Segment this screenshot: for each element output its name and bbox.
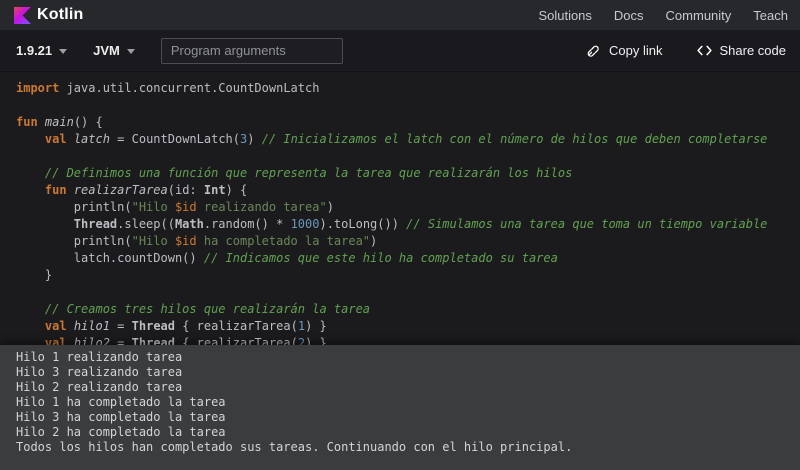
nav-item-docs[interactable]: Docs [614, 8, 644, 23]
chevron-down-icon [127, 49, 135, 54]
code-line [16, 148, 800, 165]
code-line: println("Hilo $id realizando tarea") [16, 199, 800, 216]
link-icon [585, 43, 601, 59]
share-code-button[interactable]: Share code [697, 43, 787, 58]
nav-item-teach[interactable]: Teach [753, 8, 788, 23]
logo-wordmark: Kotlin [37, 6, 84, 24]
console-line: Todos los hilos han completado sus tarea… [16, 440, 784, 455]
code-brackets-icon [697, 44, 712, 57]
code-editor[interactable]: import java.util.concurrent.CountDownLat… [0, 72, 800, 345]
code-line [16, 284, 800, 301]
console-line: Hilo 3 realizando tarea [16, 365, 784, 380]
share-code-label: Share code [720, 43, 787, 58]
playground-toolbar: 1.9.21 JVM Copy link Share code [0, 30, 800, 72]
kotlin-logo-icon [14, 7, 31, 24]
code-line: fun realizarTarea(id: Int) { [16, 182, 800, 199]
code-line [16, 97, 800, 114]
code-line: // Definimos una función que representa … [16, 165, 800, 182]
platform-select-value: JVM [93, 43, 120, 58]
console-line: Hilo 1 ha completado la tarea [16, 395, 784, 410]
copy-link-label: Copy link [609, 43, 662, 58]
nav-item-solutions[interactable]: Solutions [538, 8, 591, 23]
code-line: } [16, 267, 800, 284]
main-nav: Solutions Docs Community Teach [538, 8, 788, 23]
chevron-down-icon [59, 49, 67, 54]
kotlin-playground: Kotlin Solutions Docs Community Teach 1.… [0, 0, 800, 470]
nav-item-community[interactable]: Community [666, 8, 732, 23]
console-line: Hilo 2 ha completado la tarea [16, 425, 784, 440]
code-line: val hilo2 = Thread { realizarTarea(2) } [16, 335, 800, 345]
console-line: Hilo 3 ha completado la tarea [16, 410, 784, 425]
console-line: Hilo 1 realizando tarea [16, 350, 784, 365]
app-header: Kotlin Solutions Docs Community Teach [0, 0, 800, 30]
version-select[interactable]: 1.9.21 [16, 43, 67, 58]
code-line: // Creamos tres hilos que realizarán la … [16, 301, 800, 318]
code-line: val hilo1 = Thread { realizarTarea(1) } [16, 318, 800, 335]
output-console: Hilo 1 realizando tareaHilo 3 realizando… [0, 345, 800, 470]
console-line: Hilo 2 realizando tarea [16, 380, 784, 395]
code-line: Thread.sleep((Math.random() * 1000).toLo… [16, 216, 800, 233]
code-line: val latch = CountDownLatch(3) // Inicial… [16, 131, 800, 148]
code-line: println("Hilo $id ha completado la tarea… [16, 233, 800, 250]
code-line: fun main() { [16, 114, 800, 131]
version-select-value: 1.9.21 [16, 43, 52, 58]
code-line: latch.countDown() // Indicamos que este … [16, 250, 800, 267]
kotlin-logo[interactable]: Kotlin [14, 6, 84, 24]
platform-select[interactable]: JVM [93, 43, 135, 58]
copy-link-button[interactable]: Copy link [585, 43, 662, 59]
code-line: import java.util.concurrent.CountDownLat… [16, 80, 800, 97]
program-arguments-input[interactable] [161, 38, 343, 64]
